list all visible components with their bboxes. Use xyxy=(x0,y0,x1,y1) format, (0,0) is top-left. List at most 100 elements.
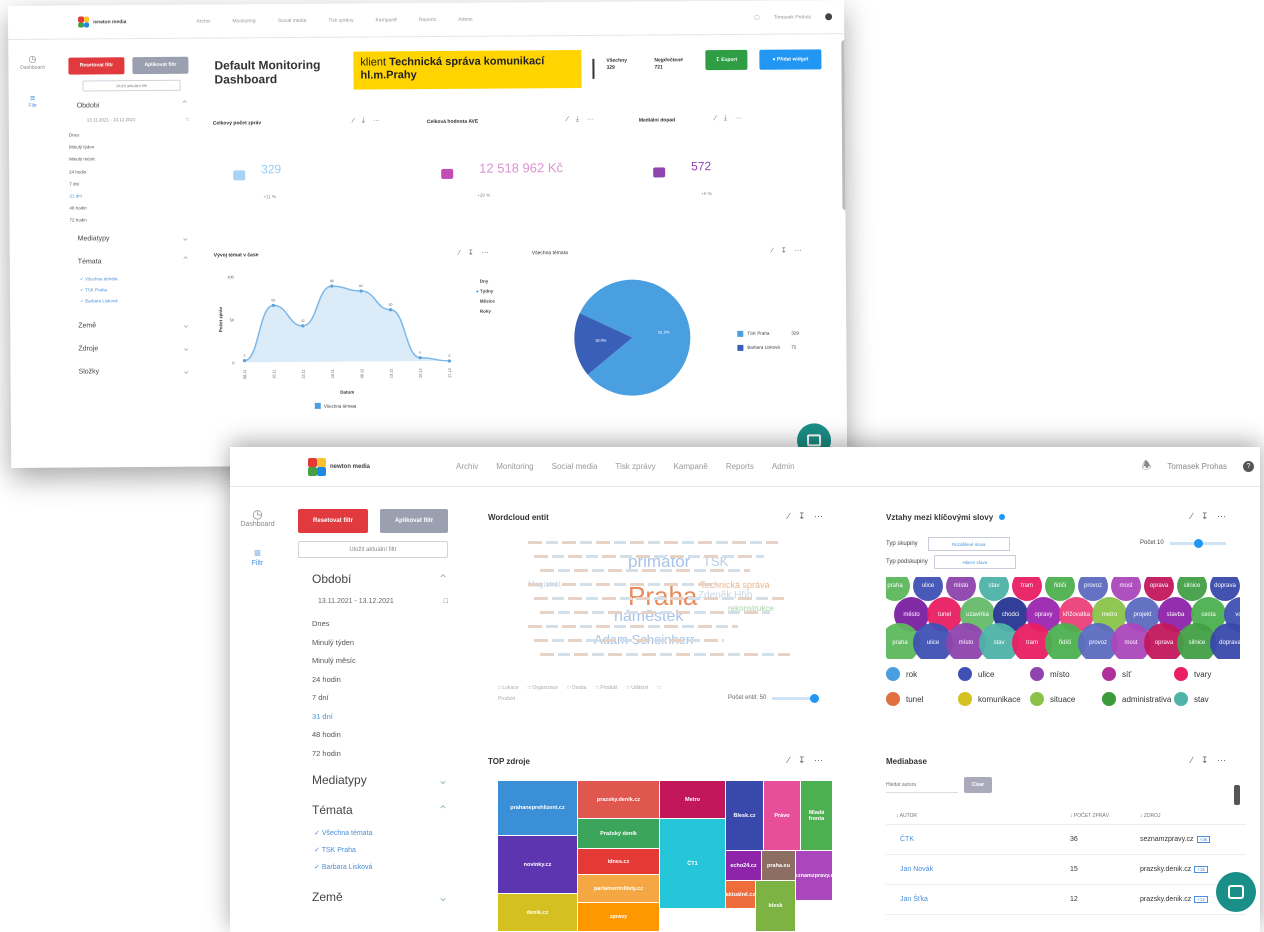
period-radio[interactable]: Dny xyxy=(476,277,495,287)
nav-item[interactable]: Tisk zprávy xyxy=(328,17,353,23)
nav-item[interactable]: Reports xyxy=(419,17,437,23)
period-radio[interactable]: Roky xyxy=(476,307,495,317)
table-row[interactable]: ČTK 36 seznamzpravy.cz +36 xyxy=(886,825,1246,855)
nav-item[interactable]: Archiv xyxy=(196,18,210,24)
widget-tools[interactable]: ∕ ↧ ⋯ xyxy=(788,511,826,522)
topic-checkbox[interactable]: ✓ Barbara Lisková xyxy=(80,294,190,306)
topic-checkbox[interactable]: ✓ Barbara Lisková xyxy=(314,859,448,876)
data-point[interactable] xyxy=(447,359,452,363)
col-author[interactable]: ↕ AUTOR xyxy=(886,813,1070,819)
data-point[interactable] xyxy=(359,289,363,293)
slider-handle[interactable] xyxy=(1193,538,1203,548)
source-tile[interactable]: zpravy xyxy=(578,903,659,931)
chat-icon[interactable] xyxy=(1216,872,1256,912)
topic-checkbox[interactable]: ✓ Všechna témata xyxy=(314,825,448,842)
source-tile[interactable]: aktuálně.cz xyxy=(726,881,755,908)
help-icon[interactable]: ? xyxy=(1243,461,1254,472)
widget-tools[interactable]: ∕ ↧ ⋯ xyxy=(1191,755,1229,766)
period-option[interactable]: Minulý týden xyxy=(69,141,189,154)
widget-tools[interactable]: ∕ ↧ ⋯ xyxy=(788,755,826,766)
widget-tools[interactable]: ∕ ⤓ ⋯ xyxy=(715,115,745,123)
data-point[interactable] xyxy=(388,308,393,312)
source-tile[interactable]: seznamzpravy.cz xyxy=(796,851,832,900)
topics-section[interactable]: Témata ⌃ xyxy=(298,803,448,817)
nav-item[interactable]: Tisk zprávy xyxy=(615,462,655,471)
period-option[interactable]: Minulý týden xyxy=(312,634,448,653)
period-option[interactable]: 31 dní xyxy=(312,708,448,727)
add-widget-button[interactable]: ● Přidat widget xyxy=(759,49,822,70)
legend-item[interactable]: komunikace xyxy=(958,692,1030,706)
nav-item[interactable]: Monitoring xyxy=(496,462,533,471)
apply-filter-button[interactable]: Aplikovat filtr xyxy=(380,509,448,533)
slider-track[interactable] xyxy=(772,693,820,703)
period-option[interactable]: 48 hodin xyxy=(69,202,189,215)
scrollbar[interactable] xyxy=(1234,785,1240,805)
widget-tools[interactable]: ∕ ↧ ⋯ xyxy=(1191,511,1229,522)
entity-count-slider[interactable]: Počet entit: 50 xyxy=(728,693,820,703)
legend-item[interactable]: situace xyxy=(1030,692,1102,706)
entity-filter[interactable]: □ Osoba xyxy=(567,685,588,691)
entity-filter[interactable]: □ Událost xyxy=(627,685,650,691)
nav-filter[interactable]: ≡ Filtr xyxy=(252,546,264,567)
data-point[interactable] xyxy=(301,324,305,328)
bell-icon[interactable]: 🕭 xyxy=(1142,457,1152,476)
nav-dashboard[interactable]: ◷ Dashboard xyxy=(20,54,45,71)
legend-item[interactable]: rok xyxy=(886,667,958,681)
nav-item[interactable]: Admin xyxy=(458,16,472,22)
source-badge[interactable]: +15 xyxy=(1194,866,1208,873)
save-filter-button[interactable]: Uložit aktuální filtr xyxy=(298,541,448,558)
source-tile[interactable]: praha.eu xyxy=(762,851,795,880)
topic-checkbox[interactable]: ✓ TSK Praha xyxy=(80,283,190,295)
data-point[interactable] xyxy=(418,356,422,360)
apply-filter-button[interactable]: Aplikovat filtr xyxy=(132,56,189,75)
export-button[interactable]: ↧ Export xyxy=(705,49,748,71)
period-option[interactable]: Minulý měsíc xyxy=(69,153,189,166)
subgroup-type-select[interactable]: Typ podskupiny Hlavní slova xyxy=(886,555,1016,569)
legend-item[interactable]: síť xyxy=(1102,667,1174,681)
countries-section[interactable]: Země ⌄ xyxy=(70,319,190,331)
period-option[interactable]: 48 hodin xyxy=(312,726,448,745)
countries-section[interactable]: Země ⌄ xyxy=(298,890,448,904)
period-option[interactable]: 24 hodin xyxy=(69,165,189,178)
source-tile[interactable]: Pražský deník xyxy=(578,819,659,848)
author-cell[interactable]: Jan Šťka xyxy=(886,896,1070,903)
data-point[interactable] xyxy=(242,359,247,363)
entity-filter[interactable]: □ Organizace xyxy=(528,685,559,691)
scrollbar[interactable] xyxy=(841,40,848,211)
topic-checkbox[interactable]: ✓ Všechna témata xyxy=(80,272,190,284)
source-tile[interactable]: ČT1 xyxy=(660,819,725,908)
sources-section[interactable]: Zdroje ⌄ xyxy=(70,342,190,354)
author-search-input[interactable] xyxy=(886,777,958,793)
user-menu[interactable]: Tomasek Prohas xyxy=(1167,462,1227,471)
period-option[interactable]: 31 dní xyxy=(69,190,189,203)
source-tile[interactable]: Mladá fronta xyxy=(801,781,832,850)
entity-filter[interactable]: □ Produkt xyxy=(596,685,619,691)
folders-section[interactable]: Složky ⌄ xyxy=(71,365,191,377)
source-tile[interactable]: Právo xyxy=(764,781,800,850)
legend-item[interactable]: Barbara Lisková 72 xyxy=(737,340,799,354)
legend-item[interactable]: ulice xyxy=(958,667,1030,681)
source-tile[interactable]: echo24.cz xyxy=(726,851,761,880)
source-tile[interactable]: denik.cz xyxy=(498,894,577,931)
gear-icon[interactable] xyxy=(825,13,833,21)
period-option[interactable]: Dnes xyxy=(69,129,189,142)
clear-button[interactable]: Clear xyxy=(964,777,992,793)
nav-item[interactable]: Archiv xyxy=(456,462,478,471)
slider-handle[interactable] xyxy=(810,693,820,703)
date-range-input[interactable]: 13.11.2021 - 13.12.2021 □ xyxy=(87,117,189,123)
nav-item[interactable]: Social media xyxy=(552,462,598,471)
data-point[interactable] xyxy=(330,284,334,288)
legend-item[interactable]: Všechna témata xyxy=(314,402,357,409)
widget-tools[interactable]: ∕ ↧ ⋯ xyxy=(772,246,805,254)
nav-item[interactable]: Monitoring xyxy=(232,18,255,24)
period-radio[interactable]: ● Týdny xyxy=(476,287,495,297)
widget-tools[interactable]: ∕ ↧ ⋯ xyxy=(459,249,492,257)
topic-checkbox[interactable]: ✓ TSK Praha xyxy=(314,842,448,859)
user-menu[interactable]: Tomasek Prohas xyxy=(774,14,811,20)
legend-item[interactable]: tunel xyxy=(886,692,958,706)
nav-dashboard[interactable]: ◷ Dashboard xyxy=(240,507,274,528)
author-cell[interactable]: Jan Novák xyxy=(886,866,1070,873)
reset-filter-button[interactable]: Resetovat filtr xyxy=(68,57,125,75)
source-tile[interactable]: parlamentnilisty.cz xyxy=(578,875,659,902)
source-tile[interactable]: prahaneprehlizeni.cz xyxy=(498,781,577,835)
